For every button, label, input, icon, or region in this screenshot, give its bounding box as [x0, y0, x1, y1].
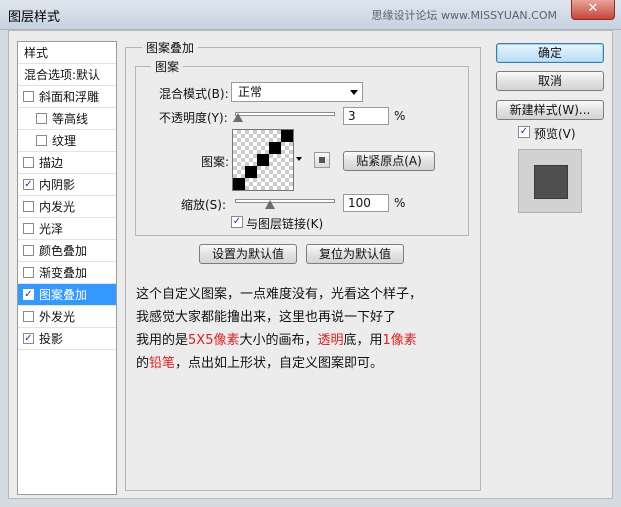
- snap-to-origin-button[interactable]: 贴紧原点(A): [343, 151, 435, 171]
- watermark: 思缘设计论坛 www.MISSYUAN.COM: [371, 9, 557, 22]
- style-item-checkbox[interactable]: ✓: [23, 333, 34, 344]
- blend-options-item[interactable]: 混合选项:默认: [18, 64, 116, 86]
- pattern-picker-arrow-icon[interactable]: [294, 129, 304, 191]
- pattern-overlay-title: 图案叠加: [142, 39, 199, 56]
- style-item-checkbox[interactable]: ✓: [23, 179, 34, 190]
- styles-header[interactable]: 样式: [18, 42, 116, 64]
- style-item-label: 纹理: [52, 134, 77, 148]
- preview-label: 预览(V): [534, 127, 576, 141]
- pattern-pixel: [233, 178, 245, 190]
- note-line-1: 这个自定义图案，一点难度没有，光看这个样子，: [136, 287, 423, 302]
- pattern-pixel: [281, 130, 293, 142]
- scale-slider-track[interactable]: [235, 199, 335, 203]
- blend-mode-label: 混合模式(B):: [159, 87, 229, 101]
- style-item-label: 描边: [39, 156, 64, 170]
- style-item-checkbox[interactable]: [36, 135, 47, 146]
- note-highlight: 铅笔: [149, 356, 176, 371]
- link-with-layer-label: 与图层链接(K): [246, 217, 324, 231]
- style-item[interactable]: 斜面和浮雕: [18, 86, 116, 108]
- style-item-label: 光泽: [39, 222, 64, 236]
- chevron-down-icon: [350, 90, 358, 95]
- scale-unit: %: [394, 196, 406, 210]
- blend-mode-value: 正常: [238, 85, 263, 99]
- style-preview: [518, 149, 582, 213]
- style-item-checkbox[interactable]: [23, 201, 34, 212]
- dialog-body: 样式 混合选项:默认 斜面和浮雕等高线纹理描边 ✓ 内阴影内发光光泽颜色叠加渐变叠加…: [8, 30, 613, 499]
- style-item-label: 图案叠加: [39, 288, 88, 302]
- opacity-slider-track[interactable]: [235, 112, 335, 116]
- pattern-subgroup-title: 图案: [151, 58, 184, 75]
- style-item-checkbox[interactable]: [23, 311, 34, 322]
- style-item[interactable]: 内发光: [18, 196, 116, 218]
- pattern-pixel: [269, 142, 281, 154]
- close-button[interactable]: ✕: [571, 0, 615, 20]
- preview-checkbox[interactable]: ✓: [518, 126, 530, 138]
- style-item-checkbox[interactable]: [36, 113, 47, 124]
- note-line-3: 我用的是5X5像素大小的画布，透明底，用1像素: [136, 329, 496, 352]
- style-item[interactable]: 光泽: [18, 218, 116, 240]
- style-item-checkbox[interactable]: ✓: [23, 289, 34, 300]
- tutorial-note: 这个自定义图案，一点难度没有，光看这个样子， 我感觉大家都能撸出来，这里也再说一…: [136, 283, 496, 375]
- scale-label: 缩放(S):: [181, 198, 227, 212]
- style-item-checkbox[interactable]: [23, 91, 34, 102]
- styles-list: 样式 混合选项:默认 斜面和浮雕等高线纹理描边 ✓ 内阴影内发光光泽颜色叠加渐变叠加…: [17, 41, 117, 495]
- preview-thumbnail: [534, 165, 568, 199]
- note-highlight: 透明: [317, 333, 344, 348]
- opacity-label: 不透明度(Y):: [159, 111, 228, 125]
- style-item[interactable]: ✓ 投影: [18, 328, 116, 350]
- note-text: 底，用: [343, 333, 383, 348]
- opacity-input[interactable]: 3: [343, 107, 389, 125]
- style-item-checkbox[interactable]: [23, 267, 34, 278]
- opacity-unit: %: [394, 109, 406, 123]
- note-highlight: 1像素: [382, 333, 417, 348]
- reset-default-button[interactable]: 复位为默认值: [306, 244, 404, 264]
- style-item-checkbox[interactable]: [23, 245, 34, 256]
- pattern-pixel: [257, 154, 269, 166]
- pattern-pixel: [245, 166, 257, 178]
- style-item[interactable]: 描边: [18, 152, 116, 174]
- note-line-2: 我感觉大家都能撸出来，这里也再说一下好了: [136, 310, 397, 325]
- style-item-label: 等高线: [52, 112, 89, 126]
- window-title: 图层样式: [8, 10, 61, 25]
- new-style-button[interactable]: 新建样式(W)...: [496, 100, 604, 120]
- style-item[interactable]: ✓ 内阴影: [18, 174, 116, 196]
- cancel-button[interactable]: 取消: [496, 71, 604, 91]
- pattern-label: 图案:: [201, 155, 230, 169]
- style-item[interactable]: 渐变叠加: [18, 262, 116, 284]
- style-item-label: 渐变叠加: [39, 266, 88, 280]
- style-item-label: 斜面和浮雕: [39, 90, 100, 104]
- style-item-label: 内阴影: [39, 178, 76, 192]
- set-default-button[interactable]: 设置为默认值: [199, 244, 297, 264]
- style-item-checkbox[interactable]: [23, 223, 34, 234]
- note-highlight: 5X5像素: [188, 333, 240, 348]
- style-item[interactable]: 颜色叠加: [18, 240, 116, 262]
- style-item-label: 外发光: [39, 310, 76, 324]
- scale-input[interactable]: 100: [343, 194, 389, 212]
- style-item[interactable]: 外发光: [18, 306, 116, 328]
- style-item[interactable]: ✓ 图案叠加: [18, 284, 116, 306]
- style-item-label: 颜色叠加: [39, 244, 88, 258]
- title-bar: 图层样式 思缘设计论坛 www.MISSYUAN.COM ✕: [0, 0, 621, 30]
- note-text: 大小的画布，: [239, 333, 318, 348]
- ok-button[interactable]: 确定: [496, 43, 604, 63]
- note-text: 的: [136, 356, 150, 371]
- scale-slider-thumb[interactable]: [264, 200, 275, 209]
- opacity-slider-thumb[interactable]: [233, 113, 243, 122]
- style-item-label: 投影: [39, 332, 64, 346]
- style-item[interactable]: 等高线: [18, 108, 116, 130]
- style-item-label: 内发光: [39, 200, 76, 214]
- note-text: ，点出如上形状，自定义图案即可。: [175, 356, 384, 371]
- pattern-swatch[interactable]: [232, 129, 294, 191]
- link-with-layer-checkbox[interactable]: ✓: [231, 216, 243, 228]
- note-line-4: 的铅笔，点出如上形状，自定义图案即可。: [136, 352, 496, 375]
- blend-mode-select[interactable]: 正常: [231, 82, 363, 102]
- style-item[interactable]: 纹理: [18, 130, 116, 152]
- style-item-checkbox[interactable]: [23, 157, 34, 168]
- new-preset-icon[interactable]: [314, 152, 330, 168]
- note-text: 我用的是: [136, 333, 189, 348]
